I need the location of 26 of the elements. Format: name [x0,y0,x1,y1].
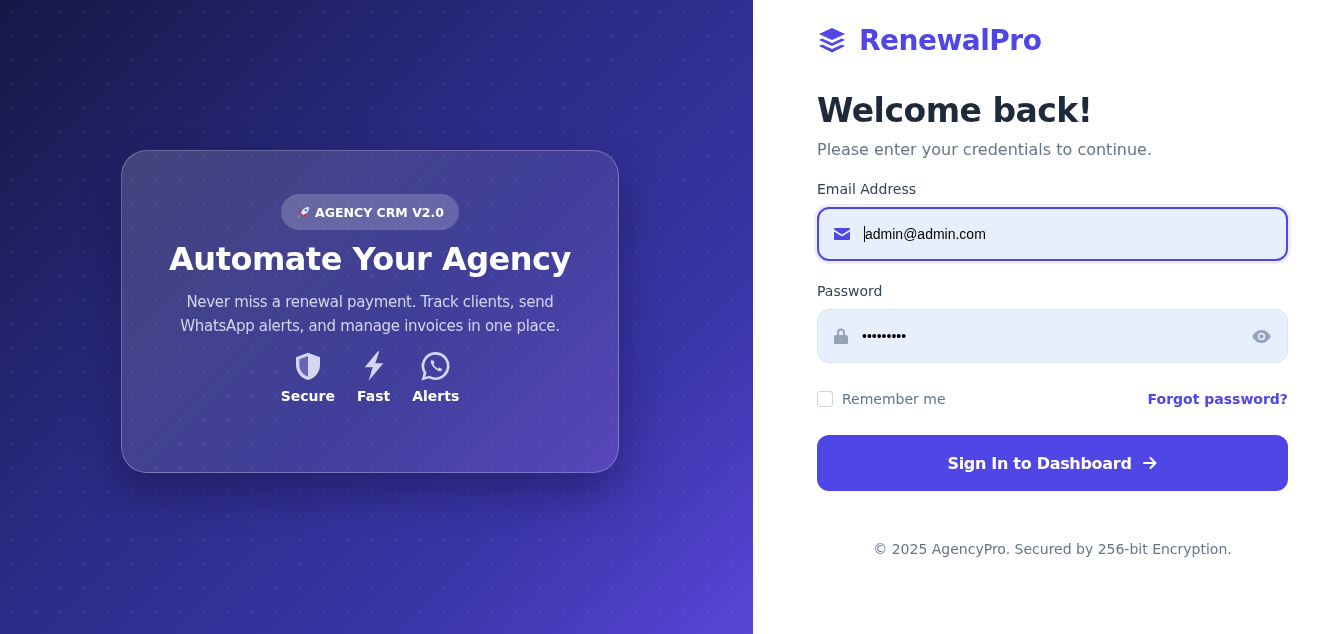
lock-icon [834,328,848,344]
hero-description: Never miss a renewal payment. Track clients, send WhatsApp alerts, and manage invoices in one place. [179,292,561,337]
hero-title: Automate Your Agency [169,240,571,278]
arrow-right-icon [1141,455,1158,471]
email-field[interactable]: admin@admin.com [817,207,1288,261]
field-label: Password [817,283,884,299]
feature-label: Alerts [412,388,460,404]
input-value: ••••••••• [862,328,907,344]
sign-in-button[interactable]: Sign In to Dashboard [817,435,1288,491]
feature-label: Fast [357,388,391,404]
remember-label[interactable]: Remember me [842,391,946,407]
field-label: Email Address [817,181,918,197]
input-value: admin@admin.com [864,226,986,242]
footer-text: © 2025 AgencyPro. Secured by 256-bit Encryption. [872,541,1233,557]
envelope-icon [834,228,850,240]
feature-label: Secure [280,388,335,404]
remember-checkbox[interactable] [817,391,833,407]
welcome-heading: Welcome back! [817,91,1094,130]
welcome-subtitle: Please enter your credentials to continue. [817,140,1154,159]
eye-icon[interactable] [1252,329,1271,343]
brand-name: RenewalPro [859,24,1042,57]
forgot-password-link[interactable]: Forgot password? [1147,391,1288,407]
chat-icon [419,350,452,382]
badge-text: AGENCY CRM V2.0 [315,204,444,220]
password-field[interactable]: ••••••••• [817,309,1288,363]
rocket-icon [296,204,312,220]
